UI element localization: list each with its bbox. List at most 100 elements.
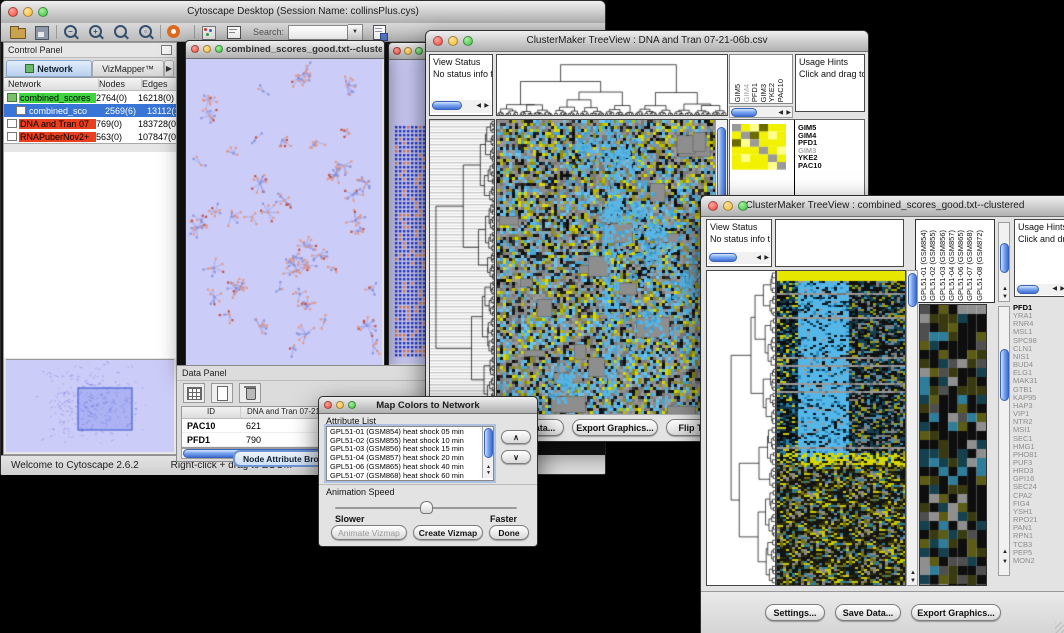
network-row[interactable]: combined_sco 2569(6) 13112(15) xyxy=(4,104,176,117)
close-icon[interactable] xyxy=(191,45,199,53)
tv2-heatmap[interactable] xyxy=(776,270,906,586)
gene-label: PAC10 xyxy=(798,162,858,170)
network-edges: 107847(0) xyxy=(138,132,176,142)
zoom-fit-icon[interactable] xyxy=(112,24,130,40)
zoom-out-icon[interactable]: – xyxy=(62,24,80,40)
tab-overflow-arrow[interactable]: ▶ xyxy=(164,60,174,77)
network-edges: 16218(0) xyxy=(138,93,176,103)
minimize-icon[interactable] xyxy=(404,47,412,55)
tv1-view-status: View Status No status info f ◀▶ xyxy=(429,54,493,116)
network-overview[interactable] xyxy=(6,359,174,452)
help-lifebuoy-icon[interactable] xyxy=(166,24,184,40)
tv2-heatmap-vscrollbar[interactable]: ▲▼ xyxy=(906,270,918,586)
tv1-zoom-hscrollbar[interactable]: ◀▶ xyxy=(729,106,793,118)
treeview1-title: ClusterMaker TreeView : DNA and Tran 07-… xyxy=(426,35,868,46)
row-id: PFD1 xyxy=(182,435,240,445)
tv2-save-data-button[interactable]: Save Data... xyxy=(835,604,901,621)
gene-label: MON2 xyxy=(1013,557,1064,565)
minimize-icon[interactable] xyxy=(448,36,458,46)
close-icon[interactable] xyxy=(393,47,401,55)
tv1-export-graphics-button[interactable]: Export Graphics... xyxy=(572,419,658,436)
vizmapper-icon[interactable] xyxy=(200,24,218,40)
attribute-browser-icon[interactable] xyxy=(371,24,389,40)
tv2-export-graphics-button[interactable]: Export Graphics... xyxy=(911,604,1001,621)
delete-attribute-icon[interactable] xyxy=(239,383,261,403)
array-col-label: GPL51-04 (GSM857) xyxy=(947,230,956,301)
main-window-title: Cytoscape Desktop (Session Name: collins… xyxy=(1,6,605,17)
network-table: Network Nodes Edges combined_scores 2764… xyxy=(4,78,176,144)
network-frame-1[interactable]: combined_scores_good.txt--cluste... xyxy=(185,40,385,367)
float-panel-icon[interactable] xyxy=(161,45,172,55)
window-controls[interactable] xyxy=(8,7,48,17)
network-name: combined_sco xyxy=(28,106,105,116)
new-attribute-icon[interactable] xyxy=(211,383,233,403)
tv2-column-dendrogram[interactable] xyxy=(775,219,904,267)
toolbar-separator xyxy=(160,25,161,39)
move-down-button[interactable]: ∨ xyxy=(501,450,531,464)
tv2-row-dendrogram[interactable] xyxy=(706,270,776,586)
animate-vizmap-button[interactable]: Animate Vizmap xyxy=(331,525,407,540)
tv1-heatmap[interactable]: ▲▼ xyxy=(496,119,728,415)
save-icon[interactable] xyxy=(33,24,51,40)
attribute-list-item[interactable]: GPL51-07 (GSM868) heat shock 60 min xyxy=(330,472,493,481)
network-canvas[interactable] xyxy=(186,59,382,366)
tab-vizmapper[interactable]: VizMapper™ xyxy=(92,60,164,77)
network-nodes: 769(0) xyxy=(96,119,138,129)
attribute-select-icon[interactable] xyxy=(183,383,205,403)
open-file-icon[interactable] xyxy=(9,24,27,40)
animation-speed-slider[interactable] xyxy=(335,501,517,515)
zoom-icon[interactable] xyxy=(348,401,356,409)
annotation-icon[interactable] xyxy=(225,24,243,40)
tv2-hints-scrollbar[interactable]: ◀▶ xyxy=(1016,284,1064,295)
zoom-icon[interactable] xyxy=(415,47,423,55)
col-id[interactable]: ID xyxy=(182,407,241,418)
zoom-selected-icon[interactable]: ▫ xyxy=(137,24,155,40)
col-network[interactable]: Network xyxy=(4,79,99,89)
tv2-gene-vscrollbar[interactable]: ▲▼ xyxy=(998,306,1010,576)
zoom-in-icon[interactable]: + xyxy=(87,24,105,40)
close-icon[interactable] xyxy=(433,36,443,46)
close-icon[interactable] xyxy=(324,401,332,409)
zoom-icon[interactable] xyxy=(215,45,223,53)
main-titlebar[interactable]: Cytoscape Desktop (Session Name: collins… xyxy=(1,1,605,24)
slider-handle[interactable] xyxy=(420,501,433,514)
tv1-row-dendrogram[interactable] xyxy=(429,119,495,415)
search-input[interactable] xyxy=(288,25,348,40)
tv2-top-vscrollbar[interactable]: ▲▼ xyxy=(998,222,1010,302)
tv1-column-dendrogram[interactable] xyxy=(496,54,728,116)
network-item-icon xyxy=(7,119,17,128)
close-icon[interactable] xyxy=(8,7,18,17)
toolbar-separator xyxy=(56,25,57,39)
network-row[interactable]: DNA and Tran 07 769(0) 183728(0) xyxy=(4,117,176,130)
control-panel-title: Control Panel xyxy=(8,45,63,55)
resize-grip[interactable] xyxy=(1055,622,1064,633)
minimize-icon[interactable] xyxy=(336,401,344,409)
create-vizmap-button[interactable]: Create Vizmap xyxy=(413,525,483,540)
minimize-icon[interactable] xyxy=(23,7,33,17)
network-row[interactable]: combined_scores 2764(0) 16218(0) xyxy=(4,91,176,104)
search-label: Search: xyxy=(253,27,284,37)
search-dropdown-button[interactable]: ▼ xyxy=(348,24,363,41)
network-item-icon xyxy=(7,132,17,141)
col-edges[interactable]: Edges xyxy=(142,79,176,89)
toolbar-separator xyxy=(194,25,195,39)
network-row[interactable]: RNAPuberNov2+ 563(0) 107847(0) xyxy=(4,130,176,143)
network-item-icon xyxy=(16,106,26,115)
tv2-status-scrollbar[interactable]: ◀▶ xyxy=(708,252,770,264)
col-nodes[interactable]: Nodes xyxy=(99,79,142,89)
tv1-zoom-matrix[interactable] xyxy=(732,124,786,170)
tab-network[interactable]: Network xyxy=(6,60,92,77)
tv2-settings-button[interactable]: Settings... xyxy=(765,604,825,621)
done-button[interactable]: Done xyxy=(489,525,529,540)
zoom-icon[interactable] xyxy=(38,7,48,17)
move-up-button[interactable]: ∧ xyxy=(501,430,531,444)
zoom-icon[interactable] xyxy=(738,201,748,211)
minimize-icon[interactable] xyxy=(203,45,211,53)
tv2-zoom-heatmap[interactable] xyxy=(919,304,987,586)
attribute-listbox[interactable]: GPL51-01 (GSM854) heat shock 05 minGPL51… xyxy=(326,426,494,481)
listbox-vscrollbar[interactable]: ▲▼ xyxy=(482,427,493,478)
minimize-icon[interactable] xyxy=(723,201,733,211)
close-icon[interactable] xyxy=(708,201,718,211)
tv1-status-scrollbar[interactable]: ◀▶ xyxy=(431,100,491,113)
zoom-icon[interactable] xyxy=(463,36,473,46)
